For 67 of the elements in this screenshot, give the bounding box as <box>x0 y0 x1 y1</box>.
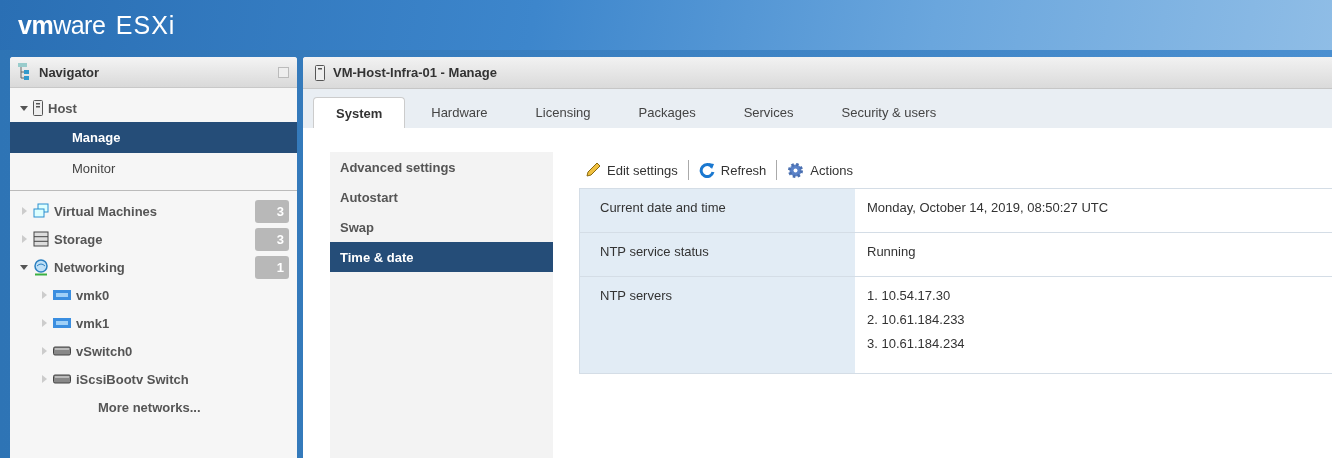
expand-caret-icon[interactable] <box>20 207 28 215</box>
property-label: NTP service status <box>580 233 855 276</box>
property-value: 2. 10.61.184.233 <box>867 312 965 327</box>
settings-icon <box>787 161 805 179</box>
network-card-icon <box>53 317 71 329</box>
tab[interactable]: System <box>313 97 406 128</box>
navigator-item[interactable]: vmk0 <box>10 281 297 309</box>
tab[interactable]: Packages <box>616 97 718 128</box>
virtual-machines-icon <box>33 203 49 219</box>
property-value: 3. 10.61.184.234 <box>867 336 965 351</box>
tab[interactable]: Hardware <box>409 97 510 128</box>
switch-icon <box>53 345 71 357</box>
navigator-item[interactable]: vSwitch0 <box>10 337 297 365</box>
expand-caret-icon[interactable] <box>20 235 28 243</box>
pencil-icon <box>585 162 601 178</box>
toolbar-button[interactable]: Actions <box>787 161 853 179</box>
navigator-item-label: Storage <box>54 231 103 247</box>
storage-icon <box>33 231 49 247</box>
navigator-item-label: iScsiBootv Switch <box>76 371 189 387</box>
expand-caret-icon[interactable] <box>40 375 48 383</box>
navigator-item[interactable]: Virtual Machines 3 <box>10 197 297 225</box>
settings-menu-item[interactable]: Swap <box>330 212 553 242</box>
tab[interactable]: Services <box>721 97 816 128</box>
count-badge: 1 <box>255 255 289 279</box>
navigator-item-label: vmk1 <box>76 315 110 331</box>
globe-icon <box>33 258 49 276</box>
navigator-title: Navigator <box>39 64 100 80</box>
expand-caret-icon[interactable] <box>40 319 48 327</box>
count-badge: 3 <box>255 199 289 223</box>
settings-menu-item[interactable]: Advanced settings <box>330 152 553 182</box>
expand-caret-icon[interactable] <box>40 291 48 299</box>
navigator-item[interactable]: iScsiBootv Switch <box>10 365 297 393</box>
navigator-subitem[interactable]: Monitor <box>10 153 297 184</box>
toolbar-button[interactable]: Refresh <box>698 162 767 178</box>
network-card-icon <box>53 289 71 301</box>
collapse-caret-icon[interactable] <box>20 263 28 271</box>
settings-menu-item[interactable]: Autostart <box>330 182 553 212</box>
navigator-item[interactable]: vmk1 <box>10 309 297 337</box>
property-value: Running <box>867 244 916 259</box>
toolbar-button[interactable]: Edit settings <box>585 162 678 178</box>
collapse-panel-icon[interactable] <box>278 66 289 78</box>
panel-title: VM-Host-Infra-01 - Manage <box>333 65 497 80</box>
settings-menu-item[interactable]: Time & date <box>330 242 553 272</box>
switch-icon <box>53 373 71 385</box>
collapse-caret-icon[interactable] <box>20 104 28 112</box>
navigator-item[interactable]: Host <box>10 94 297 122</box>
expand-caret-icon[interactable] <box>40 347 48 355</box>
count-badge: 3 <box>255 227 289 251</box>
navigator-item-label: Host <box>48 100 77 116</box>
navigator-item[interactable]: Storage 3 <box>10 225 297 253</box>
refresh-icon <box>698 162 715 178</box>
property-label: NTP servers <box>580 277 855 373</box>
navigator-item[interactable]: Networking 1 <box>10 253 297 281</box>
product-logo: vmware ESXi <box>18 10 176 40</box>
navigator-item-label: Networking <box>54 259 125 275</box>
navigator-item-label: vmk0 <box>76 287 110 303</box>
navigator-item-label: vSwitch0 <box>76 343 133 359</box>
property-value: Monday, October 14, 2019, 08:50:27 UTC <box>867 200 1109 215</box>
property-value: 1. 10.54.17.30 <box>867 288 952 303</box>
navigator-item[interactable]: More networks... <box>10 393 297 421</box>
property-label: Current date and time <box>580 189 855 232</box>
navigator-item-label: Virtual Machines <box>54 203 158 219</box>
tab[interactable]: Security & users <box>819 97 959 128</box>
navigator-subitem[interactable]: Manage <box>10 122 297 153</box>
server-icon <box>315 64 325 81</box>
tab[interactable]: Licensing <box>513 97 613 128</box>
server-icon <box>33 100 43 116</box>
